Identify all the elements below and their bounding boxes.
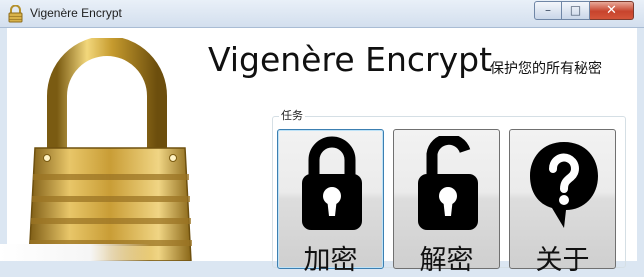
unlocked-padlock-icon bbox=[418, 136, 478, 230]
about-label: 关于 bbox=[535, 245, 590, 276]
encrypt-label: 加密 bbox=[303, 245, 358, 276]
close-icon: ✕ bbox=[606, 3, 617, 18]
close-button[interactable]: ✕ bbox=[590, 1, 634, 20]
maximize-icon: □ bbox=[569, 3, 582, 17]
app-title: Vigenère Encrypt bbox=[208, 40, 493, 79]
title-bar[interactable]: Vigenère Encrypt – □ ✕ bbox=[0, 0, 644, 28]
question-bubble-icon bbox=[530, 142, 598, 228]
minimize-button[interactable]: – bbox=[534, 1, 562, 20]
app-subtitle: 保护您的所有秘密 bbox=[490, 61, 602, 77]
locked-padlock-icon bbox=[302, 136, 362, 230]
tasks-group-label: 任务 bbox=[279, 107, 305, 123]
about-button[interactable]: 关于 bbox=[509, 129, 616, 276]
decrypt-label: 解密 bbox=[419, 245, 474, 276]
maximize-button[interactable]: □ bbox=[562, 1, 590, 20]
encrypt-button[interactable]: 加密 bbox=[277, 129, 384, 276]
padlock-app-icon bbox=[8, 5, 23, 23]
minimize-icon: – bbox=[545, 3, 551, 17]
bottom-fade bbox=[0, 244, 150, 261]
decrypt-button[interactable]: 解密 bbox=[393, 129, 500, 276]
padlock-illustration bbox=[28, 38, 192, 261]
window-title: Vigenère Encrypt bbox=[30, 6, 122, 20]
